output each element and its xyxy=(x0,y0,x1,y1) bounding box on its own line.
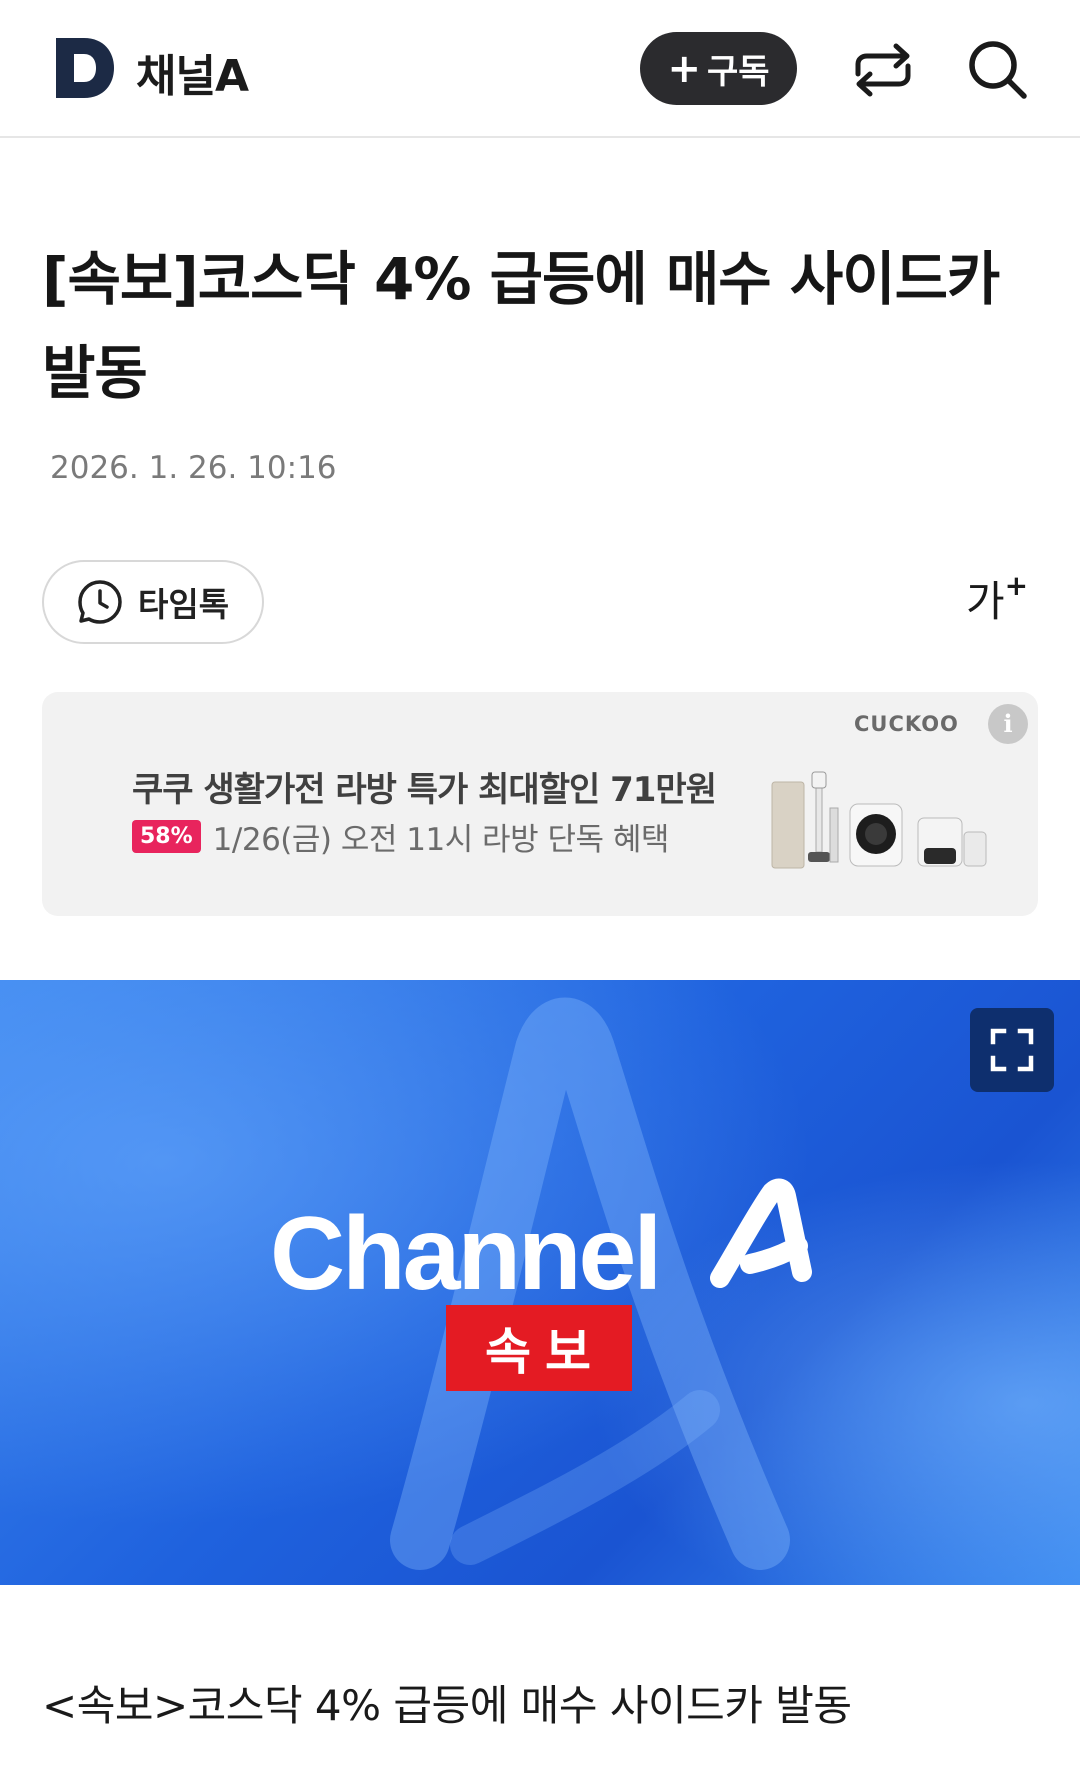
timetalk-button[interactable]: 타임톡 xyxy=(42,560,264,644)
fullscreen-button[interactable] xyxy=(970,1008,1054,1092)
ad-info-icon[interactable]: i xyxy=(988,704,1028,744)
subscribe-label: 구독 xyxy=(706,52,770,92)
advertisement-banner[interactable]: CUCKOO i 쿠쿠 생활가전 라방 특가 최대할인 71만원 58% 1/2… xyxy=(42,692,1038,916)
expand-icon xyxy=(990,1028,1034,1072)
dong-a-logo-icon[interactable] xyxy=(54,36,116,100)
subscribe-button[interactable]: + 구독 xyxy=(640,32,797,105)
article-title: [속보]코스닥 4% 급등에 매수 사이드카 발동 xyxy=(42,245,1000,407)
breaking-news-badge: 속보 xyxy=(446,1305,632,1391)
article-body-first-line: <속보>코스닥 4% 급등에 매수 사이드카 발동 xyxy=(42,1681,852,1730)
ad-discount-badge: 58% xyxy=(132,820,201,853)
top-header: 채널A + 구독 xyxy=(0,0,1080,138)
article-date: 2026. 1. 26. 10:16 xyxy=(50,450,337,486)
ad-subline: 58% 1/26(금) 오전 11시 라방 단독 혜택 xyxy=(132,814,669,859)
channel-name[interactable]: 채널A xyxy=(136,40,249,104)
font-size-button[interactable]: 가+ xyxy=(966,568,1028,629)
search-icon[interactable] xyxy=(966,38,1030,102)
ad-headline: 쿠쿠 생활가전 라방 특가 최대할인 71만원 xyxy=(132,770,717,810)
ad-brand-logo: CUCKOO xyxy=(854,712,959,736)
channel-logo-text: Channel xyxy=(270,1196,662,1312)
channel-a-letter-icon xyxy=(710,1178,812,1288)
plus-icon: + xyxy=(667,45,701,92)
share-arrows-icon[interactable] xyxy=(850,40,916,100)
article-image[interactable]: Channel 속보 xyxy=(0,980,1080,1585)
ad-product-image xyxy=(771,771,987,869)
font-size-label: 가 xyxy=(966,577,1005,626)
clock-chat-icon xyxy=(78,580,122,624)
ad-subtext: 1/26(금) 오전 11시 라방 단독 혜택 xyxy=(212,822,670,858)
font-size-plus: + xyxy=(1004,569,1029,602)
timetalk-label: 타임톡 xyxy=(138,585,230,624)
